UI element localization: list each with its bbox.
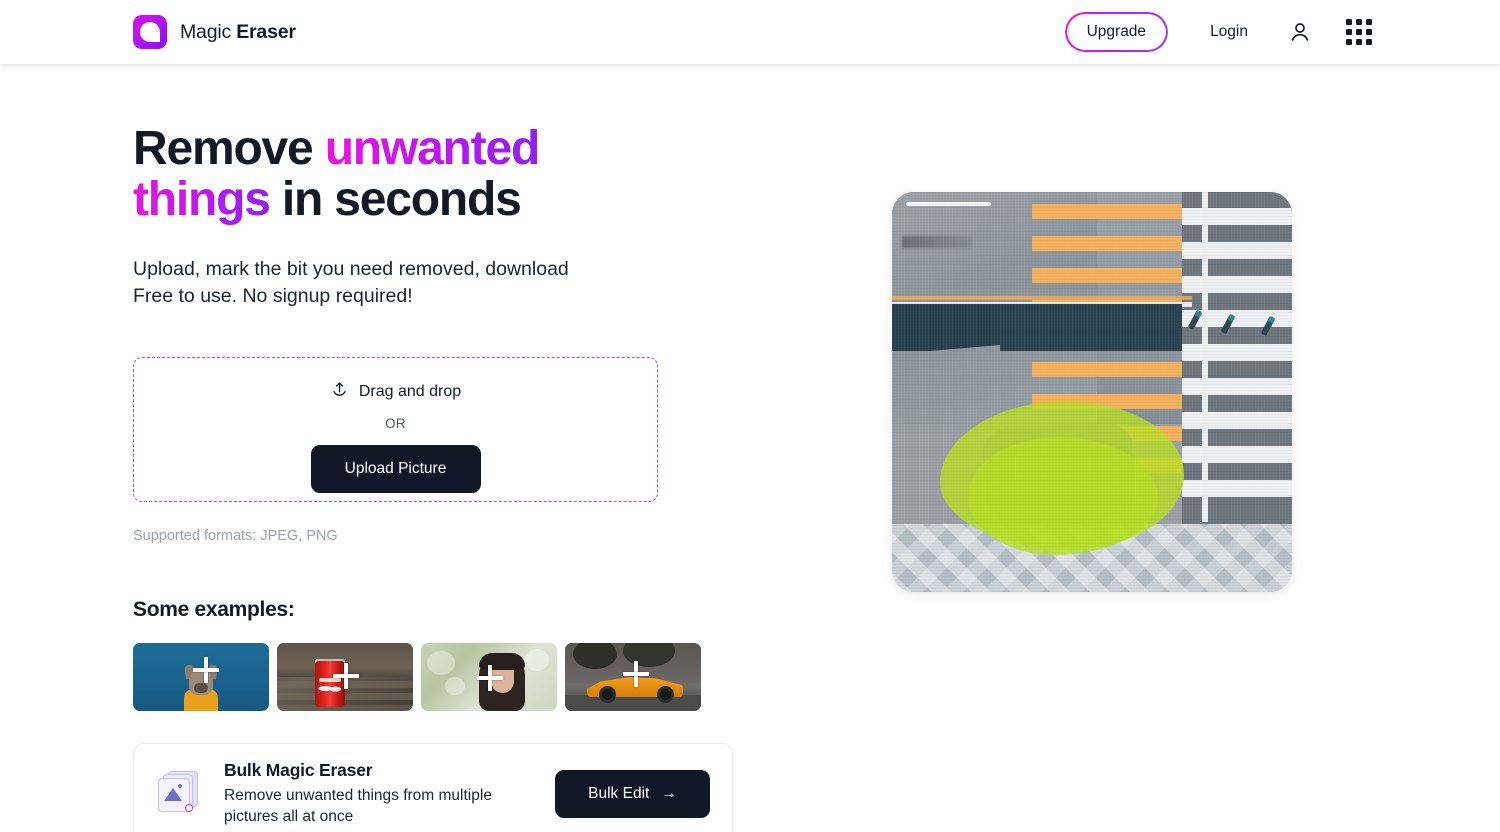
login-link[interactable]: Login (1210, 23, 1248, 41)
page-subtitle: Upload, mark the bit you need removed, d… (133, 256, 673, 311)
hero-preview-image (892, 192, 1292, 592)
upgrade-button[interactable]: Upgrade (1064, 12, 1169, 52)
examples-heading: Some examples: (133, 598, 295, 622)
magic-eraser-logo-icon (133, 15, 167, 49)
main-content: Remove unwanted things in seconds Upload,… (0, 64, 1500, 832)
example-thumbnail-coke-can[interactable] (277, 643, 413, 712)
supported-formats-note: Supported formats: JPEG, PNG (133, 528, 338, 545)
bulk-edit-button-label: Bulk Edit (588, 784, 650, 802)
subtitle-line-1: Upload, mark the bit you need removed, d… (133, 257, 569, 280)
header-actions: Upgrade Login (1064, 12, 1372, 52)
headline-part-1: Remove (133, 122, 325, 175)
page-title: Remove unwanted things in seconds (133, 122, 653, 226)
headline-part-2: in seconds (269, 172, 522, 226)
upload-picture-button[interactable]: Upload Picture (310, 445, 481, 494)
bulk-card-title: Bulk Magic Eraser (224, 760, 373, 781)
bulk-edit-button[interactable]: Bulk Edit → (555, 769, 710, 818)
upgrade-button-label: Upgrade (1086, 23, 1147, 40)
left-column: Remove unwanted things in seconds Upload,… (133, 122, 793, 832)
brand-name-suffix: Eraser (236, 20, 296, 43)
example-thumbnail-sports-car[interactable] (565, 643, 701, 712)
bulk-description-line-1: Remove unwanted things from multiple (224, 787, 492, 805)
bulk-card-description: Remove unwanted things from multiple pic… (224, 785, 524, 827)
drag-and-drop-row: Drag and drop (330, 380, 461, 404)
brand-logo[interactable]: Magic Eraser (133, 15, 296, 49)
bulk-description-line-2: pictures all at once (224, 808, 354, 826)
bulk-magic-eraser-card: Bulk Magic Eraser Remove unwanted things… (133, 743, 733, 832)
headline-highlight-1: unwanted (324, 122, 541, 175)
arrow-right-icon: → (661, 784, 677, 802)
stacked-photos-icon (152, 767, 206, 821)
apps-grid-icon[interactable] (1346, 19, 1372, 45)
examples-thumbnail-row (133, 643, 793, 712)
headline-highlight-2: things (133, 172, 271, 226)
example-thumbnail-dog[interactable] (133, 643, 269, 712)
drag-and-drop-label: Drag and drop (358, 383, 462, 401)
bulk-card-text: Bulk Magic Eraser Remove unwanted things… (224, 760, 555, 827)
right-column (892, 124, 1292, 832)
example-thumbnail-portrait[interactable] (421, 643, 557, 712)
subtitle-line-2: Free to use. No signup required! (133, 285, 413, 308)
upload-icon (330, 380, 349, 404)
file-dropzone[interactable]: Drag and drop OR Upload Picture (133, 357, 658, 503)
user-icon[interactable] (1286, 18, 1314, 46)
zebra-crossing (1182, 192, 1292, 524)
or-separator-label: OR (385, 416, 406, 432)
brand-name-prefix: Magic (180, 20, 237, 43)
brand-name: Magic Eraser (180, 21, 296, 44)
site-header: Magic Eraser Upgrade Login (0, 0, 1500, 74)
